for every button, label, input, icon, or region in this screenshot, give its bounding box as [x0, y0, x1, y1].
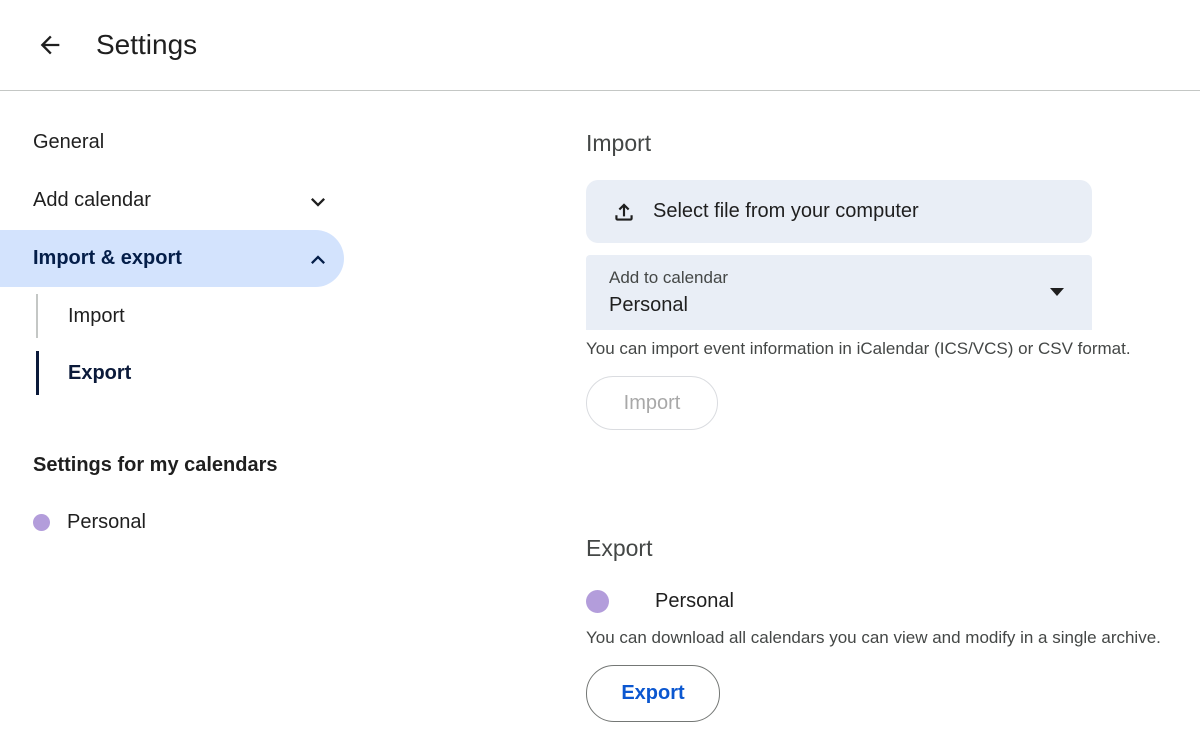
calendars-section-heading: Settings for my calendars: [33, 454, 278, 476]
sidebar-item-label: General: [33, 131, 105, 153]
sidebar-item-label: Add calendar: [33, 189, 151, 211]
sidebar-subitem-export[interactable]: Export: [36, 351, 339, 395]
sidebar-subitem-label: Import: [68, 304, 125, 327]
chevron-up-icon: [311, 255, 325, 264]
export-button-label: Export: [621, 682, 685, 704]
page-title: Settings: [96, 29, 198, 60]
arrow-back-icon: [40, 35, 60, 55]
sidebar-calendar-label: Personal: [67, 511, 146, 533]
calendar-color-dot: [586, 590, 609, 613]
sidebar-item-label: Import & export: [33, 247, 182, 269]
import-button[interactable]: Import: [586, 376, 718, 430]
add-to-calendar-select[interactable]: Add to calendar Personal: [586, 255, 1092, 330]
chevron-down-icon: [311, 198, 325, 207]
export-button[interactable]: Export: [586, 665, 720, 722]
sidebar-item-general[interactable]: General: [0, 114, 344, 171]
export-heading: Export: [586, 535, 653, 561]
export-calendar-row: Personal: [586, 590, 734, 613]
upload-icon: [615, 202, 633, 221]
select-file-label: Select file from your computer: [653, 200, 919, 222]
select-file-button[interactable]: Select file from your computer: [586, 180, 1092, 243]
import-help-text: You can import event information in iCal…: [586, 339, 1131, 358]
app-header: Settings: [0, 0, 1200, 91]
select-label: Add to calendar: [609, 268, 729, 287]
sidebar-subitem-label: Export: [68, 361, 132, 384]
sidebar-calendar-personal[interactable]: Personal: [33, 511, 146, 534]
back-button[interactable]: [26, 21, 74, 69]
export-calendar-label: Personal: [655, 590, 734, 612]
select-value: Personal: [609, 294, 688, 316]
import-heading: Import: [586, 130, 652, 156]
sidebar-item-import-export[interactable]: Import & export: [0, 230, 344, 287]
sidebar-item-add-calendar[interactable]: Add calendar: [0, 172, 344, 229]
dropdown-arrow-icon: [1050, 288, 1064, 296]
calendar-color-dot: [33, 514, 50, 531]
import-button-label: Import: [623, 391, 681, 414]
export-help-text: You can download all calendars you can v…: [586, 628, 1161, 647]
sidebar-subitem-import[interactable]: Import: [36, 294, 338, 338]
